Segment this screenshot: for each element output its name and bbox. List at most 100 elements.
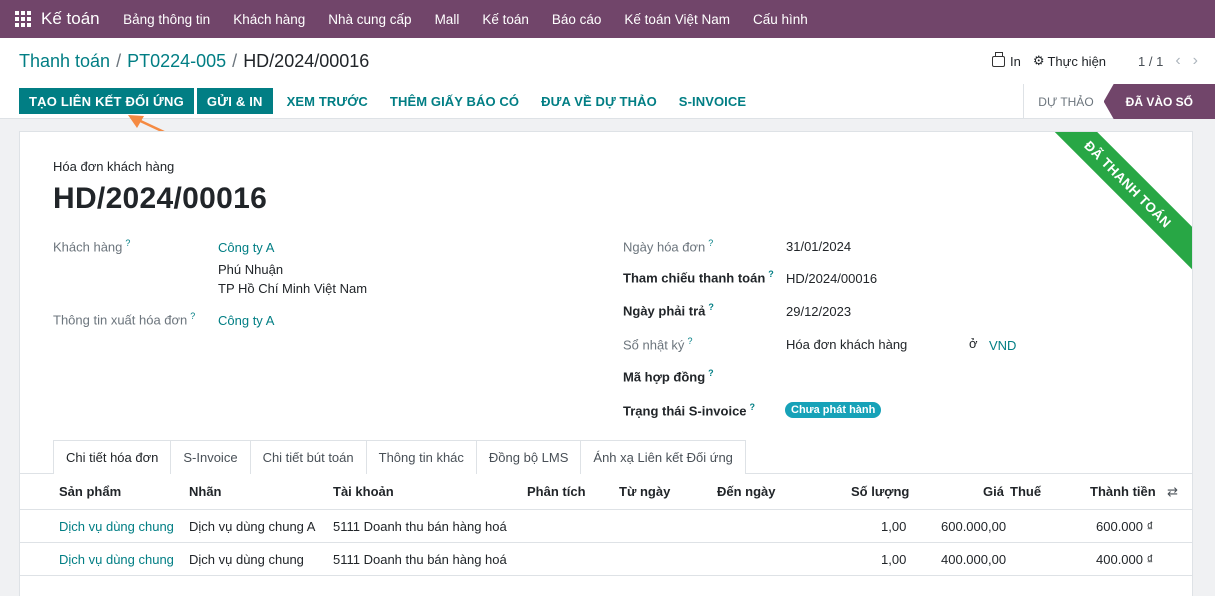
tab-s-invoice[interactable]: S-Invoice — [170, 440, 251, 474]
customer-address-line1: Phú Nhuận — [218, 262, 284, 277]
breadcrumb-payment-record[interactable]: PT0224-005 — [127, 51, 226, 72]
help-icon[interactable]: ? — [708, 368, 714, 378]
add-credit-note-button[interactable]: THÊM GIẤY BÁO CÓ — [379, 88, 530, 114]
help-icon[interactable]: ? — [750, 402, 756, 412]
row-account: 5111 Doanh thu bán hàng hoá — [333, 552, 507, 567]
customer-address-line2: TP Hồ Chí Minh Việt Nam — [218, 281, 368, 296]
row-subtotal: 400.000 ₫ — [1096, 552, 1154, 567]
row-product[interactable]: Dịch vụ dùng chung — [59, 519, 174, 534]
nav-vn-accounting[interactable]: Kế toán Việt Nam — [624, 12, 730, 27]
form-tabs: Chi tiết hóa đơn S-Invoice Chi tiết bút … — [53, 440, 746, 474]
column-price[interactable]: Giá — [983, 484, 1004, 499]
row-quantity: 1,00 — [881, 519, 907, 534]
help-icon[interactable]: ? — [190, 311, 195, 321]
control-panel: Thanh toán / PT0224-005 / HD/2024/00016 … — [0, 38, 1215, 119]
action-buttons: TẠO LIÊN KẾT ĐỐI ỨNG GỬI & IN XEM TRƯỚC … — [19, 88, 757, 114]
paid-ribbon: ĐÃ THANH TOÁN — [1039, 132, 1192, 273]
nav-customers[interactable]: Khách hàng — [233, 12, 305, 27]
row-price: 400.000,00 — [941, 552, 1007, 567]
reset-to-draft-button[interactable]: ĐƯA VỀ DỰ THẢO — [530, 88, 668, 114]
customer-name[interactable]: Công ty A — [218, 240, 274, 255]
breadcrumb-current: HD/2024/00016 — [243, 51, 370, 71]
app-name[interactable]: Kế toán — [41, 9, 100, 29]
top-navbar: Kế toán Bảng thông tin Khách hàng Nhà cu… — [0, 0, 1215, 38]
journal-label: Sổ nhật ký? — [623, 336, 693, 353]
row-quantity: 1,00 — [881, 552, 907, 567]
status-posted[interactable]: ĐÃ VÀO SỔ — [1103, 84, 1215, 119]
help-icon[interactable]: ? — [708, 302, 714, 312]
action-label: Thực hiện — [1047, 53, 1107, 69]
breadcrumb-separator: / — [232, 51, 238, 71]
journal-in-text: ở — [969, 336, 978, 351]
nav-reports[interactable]: Báo cáo — [552, 12, 602, 27]
invoice-form-sheet: ĐÃ THANH TOÁN Hóa đơn khách hàng HD/2024… — [19, 131, 1193, 596]
column-settings-icon[interactable]: ⇄ — [1167, 484, 1178, 500]
table-row[interactable]: Dịch vụ dùng chung Dịch vụ dùng chung A … — [20, 510, 1192, 543]
currency-value[interactable]: VND — [989, 338, 1016, 353]
print-button[interactable]: In — [991, 51, 1021, 69]
send-print-button[interactable]: GỬI & IN — [196, 88, 273, 114]
tab-invoice-lines[interactable]: Chi tiết hóa đơn — [53, 440, 172, 474]
column-tax[interactable]: Thuế — [1010, 484, 1041, 499]
printer-icon — [991, 51, 1005, 67]
tab-reconcile-mapping[interactable]: Ánh xạ Liên kết Đối ứng — [580, 440, 746, 474]
chevron-left-icon[interactable]: ‹ — [1175, 52, 1180, 70]
invoice-info-value[interactable]: Công ty A — [218, 313, 274, 328]
column-analytic[interactable]: Phân tích — [527, 484, 586, 499]
control-panel-actions: In ⚙ Thực hiện 1 / 1 ‹ › — [980, 51, 1198, 70]
s-invoice-status-label: Trạng thái S-invoice? — [623, 402, 756, 419]
column-product[interactable]: Sản phẩm — [59, 484, 121, 499]
status-draft[interactable]: DỰ THẢO — [1023, 84, 1103, 119]
nav-vendors[interactable]: Nhà cung cấp — [328, 12, 411, 27]
row-account: 5111 Doanh thu bán hàng hoá — [333, 519, 507, 534]
tab-other-info[interactable]: Thông tin khác — [365, 440, 477, 474]
column-subtotal[interactable]: Thành tiền — [1090, 484, 1156, 499]
document-number: HD/2024/00016 — [53, 182, 268, 215]
breadcrumb-payments[interactable]: Thanh toán — [19, 51, 110, 72]
invoice-date-value[interactable]: 31/01/2024 — [786, 239, 851, 254]
column-quantity[interactable]: Số lượng — [851, 484, 909, 499]
apps-menu-icon[interactable] — [15, 11, 31, 27]
due-date-value[interactable]: 29/12/2023 — [786, 304, 851, 319]
contract-code-label: Mã hợp đồng? — [623, 368, 714, 385]
row-product[interactable]: Dịch vụ dùng chung — [59, 552, 174, 567]
payment-reference-value[interactable]: HD/2024/00016 — [786, 271, 877, 286]
due-date-label: Ngày phải trả? — [623, 302, 714, 319]
nav-dashboard[interactable]: Bảng thông tin — [123, 12, 210, 27]
help-icon[interactable]: ? — [708, 238, 713, 248]
s-invoice-button[interactable]: S-INVOICE — [668, 88, 757, 114]
s-invoice-status-badge: Chưa phát hành — [785, 402, 882, 418]
preview-button[interactable]: XEM TRƯỚC — [276, 88, 379, 114]
print-label: In — [1009, 53, 1021, 69]
invoice-info-label: Thông tin xuất hóa đơn? — [53, 311, 196, 328]
help-icon[interactable]: ? — [768, 269, 774, 279]
help-icon[interactable]: ? — [687, 336, 692, 346]
tab-journal-items[interactable]: Chi tiết bút toán — [249, 440, 367, 474]
column-label[interactable]: Nhãn — [189, 484, 222, 499]
create-reconcile-link-button[interactable]: TẠO LIÊN KẾT ĐỐI ỨNG — [19, 88, 194, 114]
payment-reference-label: Tham chiếu thanh toán? — [623, 269, 774, 286]
column-account[interactable]: Tài khoản — [333, 484, 394, 499]
action-button[interactable]: ⚙ Thực hiện — [1033, 53, 1106, 69]
help-icon[interactable]: ? — [125, 238, 130, 248]
row-label: Dịch vụ dùng chung — [189, 552, 304, 567]
pager-value[interactable]: 1 / 1 — [1138, 54, 1163, 69]
journal-value[interactable]: Hóa đơn khách hàng — [786, 337, 907, 352]
nav-mall[interactable]: Mall — [435, 12, 460, 27]
invoice-date-label: Ngày hóa đơn? — [623, 238, 714, 255]
breadcrumb: Thanh toán / PT0224-005 / HD/2024/00016 — [19, 51, 369, 72]
row-label: Dịch vụ dùng chung A — [189, 519, 316, 534]
breadcrumb-separator: / — [116, 51, 122, 71]
column-from-date[interactable]: Từ ngày — [619, 484, 670, 499]
customer-label: Khách hàng? — [53, 238, 131, 255]
nav-accounting[interactable]: Kế toán — [482, 12, 529, 27]
nav-configuration[interactable]: Cấu hình — [753, 12, 808, 27]
row-subtotal: 600.000 ₫ — [1096, 519, 1154, 534]
column-to-date[interactable]: Đến ngày — [717, 484, 776, 499]
tab-lms-sync[interactable]: Đồng bộ LMS — [475, 440, 582, 474]
invoice-lines-header: Sản phẩm Nhãn Tài khoản Phân tích Từ ngà… — [20, 474, 1192, 510]
table-row[interactable]: Dịch vụ dùng chung Dịch vụ dùng chung 51… — [20, 543, 1192, 576]
row-price: 600.000,00 — [941, 519, 1007, 534]
status-bar: DỰ THẢO ĐÃ VÀO SỔ — [1023, 84, 1215, 119]
chevron-right-icon[interactable]: › — [1193, 52, 1198, 70]
